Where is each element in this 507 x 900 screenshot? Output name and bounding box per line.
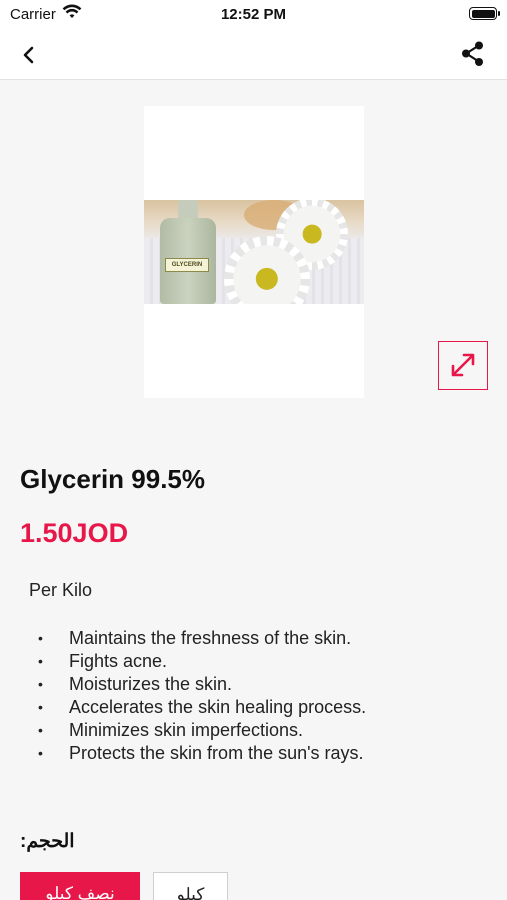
product-price: 1.50JOD (20, 518, 129, 548)
size-label: الحجم: (20, 831, 75, 852)
size-option-half-kilo[interactable]: نصف كيلو (20, 872, 140, 900)
benefit-item: Protects the skin from the sun's rays. (38, 742, 366, 765)
status-time: 12:52 PM (220, 6, 287, 23)
expand-image-button[interactable] (438, 341, 488, 390)
product-unit: Per Kilo (29, 580, 93, 600)
chevron-left-icon (23, 46, 34, 64)
status-bar: Carrier 12:52 PM (0, 0, 507, 30)
benefits-list: Maintains the freshness of the skin. Fig… (38, 627, 366, 765)
benefit-item: Accelerates the skin healing process. (38, 696, 366, 719)
product-title: Glycerin 99.5% (20, 464, 205, 494)
share-icon (462, 41, 483, 66)
product-photo: GLYCERIN (144, 200, 364, 304)
size-option-kilo[interactable]: كيلو (153, 872, 228, 900)
expand-icon (451, 353, 475, 377)
bottle-label: GLYCERIN (165, 258, 209, 272)
back-button[interactable] (16, 42, 44, 68)
battery-icon (469, 7, 500, 20)
benefit-item: Maintains the freshness of the skin. (38, 627, 366, 650)
share-button[interactable] (459, 40, 487, 68)
navigation-bar (0, 30, 507, 80)
product-image[interactable]: GLYCERIN (144, 106, 364, 398)
benefit-item: Minimizes skin imperfections. (38, 719, 366, 742)
benefit-item: Moisturizes the skin. (38, 673, 366, 696)
benefit-item: Fights acne. (38, 650, 366, 673)
